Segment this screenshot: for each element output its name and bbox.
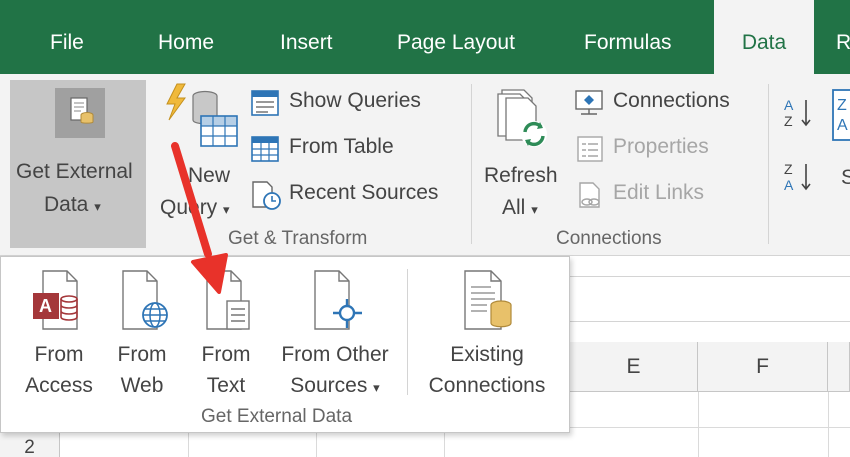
sort-label-partial: S (841, 166, 850, 189)
sort-a-to-z-icon: A Z (784, 97, 811, 129)
properties-button: Properties (573, 132, 763, 166)
from-table-button[interactable]: From Table (250, 132, 450, 166)
refresh-icon (497, 89, 547, 147)
from-web-label: From (117, 343, 167, 366)
from-other-sources-label-2: Sources (290, 374, 368, 397)
ribbon-tab-bar: File Home Insert Page Layout Formulas Da… (0, 0, 850, 74)
tab-formulas[interactable]: Formulas (584, 0, 672, 74)
from-table-label: From Table (289, 135, 394, 158)
svg-text:A: A (39, 296, 52, 316)
existing-connections-icon (464, 270, 512, 330)
new-query-icon (166, 83, 238, 147)
from-text-label-2: Text (206, 374, 246, 397)
globe-page-icon (122, 270, 168, 330)
query-list-icon (251, 90, 279, 116)
column-gridline (316, 433, 317, 457)
connections-label: Connections (613, 89, 730, 112)
from-access-button[interactable]: A From Access (11, 263, 95, 403)
ribbon: Get External Data ▾ New Query ▾ Show Que… (0, 74, 850, 256)
sort-button[interactable]: Z A S (830, 88, 850, 198)
svg-text:Z: Z (837, 97, 847, 114)
existing-connections-label-2: Connections (428, 374, 546, 397)
get-external-data-dropdown: A From Access From Web From Text From Ot… (0, 256, 570, 433)
column-gridline (188, 433, 189, 457)
get-external-data-label-2: Data (44, 193, 89, 216)
svg-text:Z: Z (784, 161, 793, 177)
sort-dialog-icon: Z A (832, 89, 850, 141)
formula-bar[interactable] (560, 276, 850, 322)
new-query-label-2: Query (160, 196, 218, 219)
edit-links-button: Edit Links (573, 178, 763, 212)
tab-data[interactable]: Data (714, 0, 814, 74)
from-text-button[interactable]: From Text (189, 263, 263, 403)
properties-label: Properties (613, 135, 709, 158)
column-gridline (444, 433, 445, 457)
connections-button[interactable]: Connections (573, 86, 763, 120)
new-query-label: New (188, 164, 231, 187)
row-gridline (570, 427, 850, 428)
from-other-sources-button[interactable]: From Other Sources ▾ (267, 263, 403, 403)
row-header-2[interactable]: 2 (0, 433, 60, 457)
connections-group-label: Connections (556, 228, 662, 249)
access-database-icon: A (33, 270, 78, 330)
svg-text:A: A (837, 117, 848, 134)
edit-links-label: Edit Links (613, 181, 705, 204)
svg-text:Z: Z (784, 113, 793, 129)
refresh-all-button[interactable]: Refresh All ▾ (478, 80, 568, 225)
tab-insert[interactable]: Insert (280, 0, 333, 74)
sort-z-to-a-button[interactable]: Z A (782, 158, 822, 198)
table-icon (251, 136, 279, 162)
database-sheet-icon (55, 88, 105, 138)
connections-icon (575, 90, 603, 115)
dropdown-divider (407, 269, 408, 395)
recent-sources-button[interactable]: Recent Sources (250, 178, 460, 212)
column-gridline (698, 392, 699, 457)
column-header-f[interactable]: F (698, 342, 828, 392)
recent-sources-icon (252, 181, 281, 210)
from-web-button[interactable]: From Web (105, 263, 179, 403)
get-external-data-label: Get External (16, 160, 133, 183)
from-text-label: From (201, 343, 251, 366)
tab-home[interactable]: Home (158, 0, 214, 74)
sort-a-to-z-button[interactable]: A Z (782, 94, 822, 134)
refresh-all-label: Refresh (484, 164, 558, 187)
tab-page-layout[interactable]: Page Layout (397, 0, 515, 74)
column-gridline (828, 392, 829, 457)
existing-connections-button[interactable]: Existing Connections (415, 263, 559, 403)
from-access-label: From (34, 343, 84, 366)
refresh-all-label-2: All (502, 196, 526, 219)
column-header-g[interactable] (828, 342, 850, 392)
column-header-e[interactable]: E (570, 342, 698, 392)
chevron-down-icon: ▾ (223, 202, 230, 217)
chevron-down-icon: ▾ (373, 380, 380, 395)
group-divider (768, 84, 769, 244)
svg-text:A: A (784, 177, 794, 193)
get-and-transform-group-label: Get & Transform (228, 228, 368, 249)
from-other-sources-label: From Other (281, 343, 389, 366)
text-file-icon (206, 270, 250, 330)
sort-z-to-a-icon: Z A (784, 161, 811, 193)
tab-review-partial[interactable]: R (836, 0, 850, 74)
properties-icon (577, 136, 603, 162)
get-external-data-button[interactable]: Get External Data ▾ (10, 80, 146, 248)
recent-sources-label: Recent Sources (289, 181, 439, 204)
svg-text:A: A (784, 97, 794, 113)
from-access-label-2: Access (25, 374, 93, 397)
other-sources-icon (314, 270, 362, 330)
group-divider (471, 84, 472, 244)
existing-connections-label: Existing (450, 343, 524, 366)
show-queries-button[interactable]: Show Queries (250, 86, 450, 120)
show-queries-label: Show Queries (289, 89, 421, 112)
chevron-down-icon: ▾ (94, 199, 101, 214)
tab-file[interactable]: File (50, 0, 84, 74)
from-web-label-2: Web (120, 374, 164, 397)
get-external-data-group-label: Get External Data (201, 406, 353, 427)
edit-links-icon (579, 182, 600, 208)
chevron-down-icon: ▾ (531, 202, 538, 217)
new-query-button[interactable]: New Query ▾ (155, 80, 245, 225)
